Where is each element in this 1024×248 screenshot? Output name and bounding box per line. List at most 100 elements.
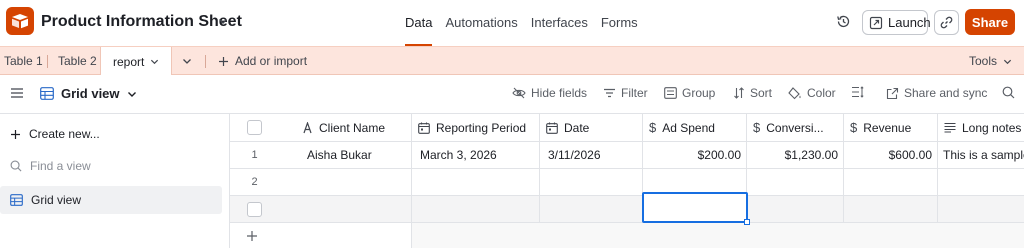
cell-long-notes[interactable]: This is a sample o: [938, 142, 1024, 168]
color-button[interactable]: Color: [788, 86, 836, 100]
cell-revenue[interactable]: $600.00: [844, 142, 938, 168]
column-label: Conversi...: [766, 120, 824, 135]
table-row[interactable]: 1 Aisha Bukar March 3, 2026 3/11/2026 $2…: [230, 142, 1024, 169]
launch-button[interactable]: Launch: [862, 10, 931, 35]
cell-long-notes[interactable]: [938, 196, 1024, 222]
top-bar: Product Information Sheet Data Automatio…: [0, 0, 1024, 46]
group-button[interactable]: Group: [664, 86, 715, 100]
chevron-down-icon[interactable]: [218, 16, 228, 26]
cell-date[interactable]: [540, 196, 643, 222]
data-grid: Client Name Reporting Period Date $ Ad S…: [230, 114, 1024, 248]
share-button[interactable]: Share: [965, 9, 1015, 35]
plus-icon: [10, 129, 21, 140]
cell-conversions[interactable]: [747, 169, 844, 195]
tab-report-label: report: [113, 54, 145, 69]
chevron-down-icon: [127, 89, 137, 99]
nav-interfaces[interactable]: Interfaces: [531, 15, 588, 46]
nav-automations[interactable]: Automations: [445, 15, 517, 46]
nav-forms[interactable]: Forms: [601, 15, 638, 46]
create-new-label: Create new...: [29, 127, 100, 141]
cell-ad-spend[interactable]: $200.00: [643, 142, 747, 168]
eye-off-icon: [512, 87, 526, 99]
row-height-button[interactable]: [851, 86, 864, 98]
tab-table-2[interactable]: Table 2: [58, 47, 97, 75]
grid-view-icon: [10, 194, 23, 206]
column-label: Reporting Period: [436, 120, 527, 135]
cell-revenue[interactable]: [844, 169, 938, 195]
cell-reporting-period[interactable]: March 3, 2026: [412, 142, 540, 168]
cell-client-name[interactable]: [279, 169, 412, 195]
search-button[interactable]: [1002, 86, 1015, 99]
cell-client-name[interactable]: [279, 196, 412, 222]
filter-button[interactable]: Filter: [603, 86, 648, 100]
cell-reporting-period[interactable]: [412, 169, 540, 195]
color-label: Color: [807, 86, 836, 100]
chevron-down-icon[interactable]: [150, 57, 159, 66]
cell-reporting-period[interactable]: [412, 196, 540, 222]
cell-date[interactable]: [540, 169, 643, 195]
history-icon[interactable]: [836, 14, 851, 29]
row-number: 1: [251, 149, 258, 161]
nav-data[interactable]: Data: [405, 15, 433, 46]
paint-bucket-icon: [788, 86, 802, 100]
fill-handle[interactable]: [744, 219, 750, 225]
group-icon: [664, 87, 677, 99]
cell-conversions[interactable]: [747, 196, 844, 222]
app-logo[interactable]: [6, 7, 34, 35]
row-number: 2: [251, 176, 258, 188]
hide-fields-button[interactable]: Hide fields: [512, 86, 587, 100]
tab-report[interactable]: report: [100, 47, 173, 76]
checkbox[interactable]: [247, 120, 262, 135]
all-tables-chevron-icon[interactable]: [182, 47, 192, 75]
currency-icon: $: [850, 120, 858, 135]
calendar-icon: [418, 122, 430, 134]
create-new-view-button[interactable]: Create new...: [10, 127, 100, 141]
table-row[interactable]: 2: [230, 169, 1024, 196]
table-row-hovered[interactable]: [230, 196, 1024, 223]
add-or-import-button[interactable]: Add or import: [218, 47, 307, 75]
sidebar-item-grid-view-content[interactable]: Grid view: [10, 193, 81, 207]
launch-icon: [869, 16, 883, 30]
link-icon: [940, 16, 953, 29]
select-all-checkbox[interactable]: [230, 114, 279, 141]
sort-button[interactable]: Sort: [733, 86, 772, 100]
find-view-placeholder: Find a view: [30, 159, 91, 173]
share-external-icon: [886, 87, 899, 100]
tools-menu[interactable]: Tools: [969, 47, 1012, 75]
cell-date[interactable]: 3/11/2026: [540, 142, 643, 168]
column-header-client-name[interactable]: Client Name: [279, 114, 412, 141]
column-header-conversions[interactable]: $ Conversi...: [747, 114, 844, 141]
long-text-icon: [944, 122, 956, 133]
group-label: Group: [682, 86, 716, 100]
column-header-revenue[interactable]: $ Revenue: [844, 114, 938, 141]
hamburger-menu-icon[interactable]: [11, 88, 23, 98]
main-nav: Data Automations Interfaces Forms: [405, 15, 651, 46]
calendar-icon: [546, 122, 558, 134]
cell-client-name[interactable]: Aisha Bukar: [279, 142, 412, 168]
column-label: Revenue: [863, 120, 912, 135]
cell-revenue[interactable]: [844, 196, 938, 222]
column-label: Client Name: [319, 120, 386, 135]
tools-label: Tools: [968, 54, 997, 68]
base-title[interactable]: Product Information Sheet: [41, 13, 242, 31]
filter-label: Filter: [621, 86, 648, 100]
row-checkbox[interactable]: [247, 201, 262, 217]
share-and-sync-button[interactable]: Share and sync: [886, 86, 987, 100]
column-header-long-notes[interactable]: Long notes: [938, 114, 1024, 141]
cell-conversions[interactable]: $1,230.00: [747, 142, 844, 168]
view-name: Grid view: [61, 86, 120, 101]
find-view-input[interactable]: Find a view: [10, 159, 91, 173]
column-label: Ad Spend: [662, 120, 715, 135]
text-icon: [302, 121, 313, 134]
column-header-date[interactable]: Date: [540, 114, 643, 141]
add-record-button[interactable]: [230, 223, 412, 248]
tab-table-1[interactable]: Table 1: [4, 47, 43, 75]
selected-cell[interactable]: [642, 192, 750, 225]
column-header-reporting-period[interactable]: Reporting Period: [412, 114, 540, 141]
view-switcher[interactable]: Grid view: [40, 86, 137, 101]
row-select-cell[interactable]: [230, 196, 279, 222]
column-header-ad-spend[interactable]: $ Ad Spend: [643, 114, 747, 141]
cell-long-notes[interactable]: [938, 169, 1024, 195]
copy-link-button[interactable]: [934, 10, 959, 35]
row-height-icon: [851, 86, 864, 98]
